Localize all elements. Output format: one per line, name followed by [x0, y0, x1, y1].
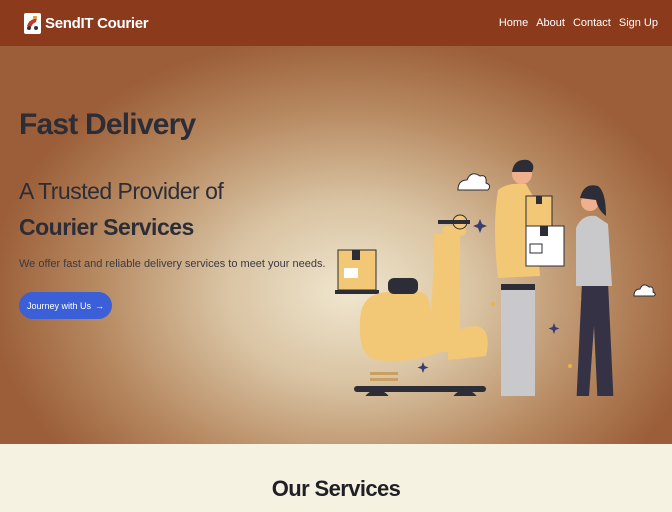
hero-subtitle-line1: A Trusted Provider of [19, 178, 224, 204]
cloud-icon [457, 173, 491, 191]
brand-name: SendIT Courier [45, 14, 149, 32]
cta-label: Journey with Us [26, 300, 92, 311]
arrow-right-icon: → [95, 300, 105, 311]
services-section: Our Services [0, 444, 672, 512]
delivery-illustration [335, 159, 656, 396]
courier-man-illustration [495, 159, 565, 396]
cloud-icon [633, 284, 656, 297]
brand[interactable]: SendIT Courier [24, 12, 149, 34]
hero-description: We offer fast and reliable delivery serv… [19, 258, 326, 270]
nav-link-sign-up[interactable]: Sign Up [619, 17, 658, 29]
nav-links: Home About Contact Sign Up [499, 17, 658, 29]
nav-link-home[interactable]: Home [499, 17, 528, 29]
scooter-illustration [335, 214, 488, 396]
journey-with-us-button[interactable]: Journey with Us → [19, 292, 112, 319]
navbar: SendIT Courier Home About Contact Sign U… [0, 0, 672, 46]
services-title: Our Services [271, 476, 401, 501]
nav-link-contact[interactable]: Contact [573, 17, 611, 29]
hero-subtitle-line2: Courier Services [19, 214, 194, 240]
courier-logo-icon [24, 12, 41, 34]
hero-title: Fast Delivery [19, 108, 196, 141]
customer-woman-illustration [576, 185, 614, 396]
hero-section: Fast Delivery A Trusted Provider of Cour… [0, 46, 672, 444]
nav-link-about[interactable]: About [536, 17, 565, 29]
